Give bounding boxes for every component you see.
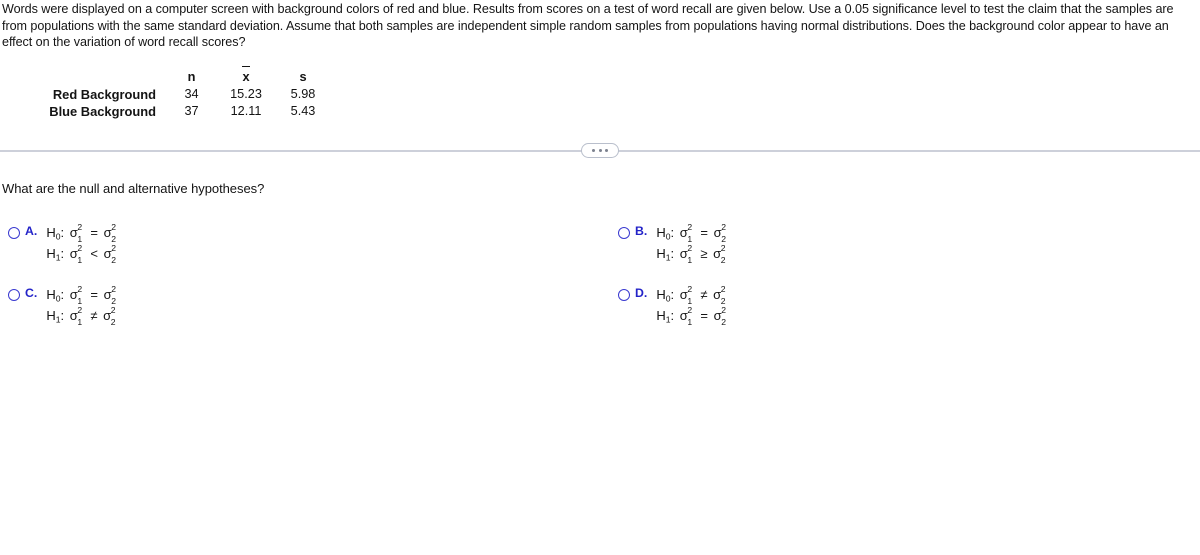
- dot: [598, 149, 602, 152]
- h-label: H: [656, 225, 666, 240]
- relation-operator: =: [700, 308, 708, 323]
- relation-operator: <: [90, 246, 98, 261]
- radio-button-c[interactable]: [8, 289, 20, 301]
- sigma-right: σ22: [713, 305, 726, 327]
- option-c[interactable]: C. H0: σ21 = σ22 H1: σ21 ≠ σ22: [8, 284, 118, 327]
- dot: [592, 149, 595, 152]
- option-c-hypotheses: H0: σ21 = σ22 H1: σ21 ≠ σ22: [46, 284, 117, 327]
- sigma-left: σ21: [679, 243, 693, 265]
- radio-button-b[interactable]: [618, 227, 630, 239]
- dot: [605, 149, 608, 152]
- relation-operator: =: [90, 225, 98, 240]
- h-label: H: [656, 308, 666, 323]
- table-header-corner: [18, 68, 168, 86]
- ellipsis-icon[interactable]: [581, 143, 619, 158]
- sigma-left: σ21: [69, 243, 83, 265]
- relation-operator: ≥: [700, 246, 708, 261]
- sigma-right: σ22: [713, 243, 726, 265]
- summary-stats-table: n x s Red Background 34 15.23 5.98 Blue …: [18, 66, 329, 120]
- option-b[interactable]: B. H0: σ21 = σ22 H1: σ21 ≥ σ22: [618, 222, 728, 265]
- h-label: H: [46, 287, 56, 302]
- question-prompt: What are the null and alternative hypoth…: [2, 181, 265, 196]
- cell-red-n: 34: [184, 87, 199, 101]
- option-a-hypotheses: H0: σ21 = σ22 H1: σ21 < σ22: [46, 222, 117, 265]
- sigma-left: σ21: [679, 305, 693, 327]
- row-label-red-background: Red Background: [52, 87, 156, 102]
- h-label: H: [656, 246, 666, 261]
- h-label: H: [46, 246, 56, 261]
- option-letter-d: D.: [635, 286, 648, 300]
- relation-operator: ≠: [90, 308, 98, 323]
- option-letter-a: A.: [25, 224, 38, 238]
- relation-operator: =: [90, 287, 98, 302]
- sigma-right: σ22: [103, 243, 116, 265]
- radio-button-d[interactable]: [618, 289, 630, 301]
- option-a[interactable]: A. H0: σ21 = σ22 H1: σ21 < σ22: [8, 222, 118, 265]
- h-label: H: [656, 287, 666, 302]
- option-b-alt-hypothesis: H1: σ21 ≥ σ22: [656, 243, 726, 265]
- h-label: H: [46, 308, 56, 323]
- option-d-hypotheses: H0: σ21 ≠ σ22 H1: σ21 = σ22: [656, 284, 727, 327]
- row-label-blue-background: Blue Background: [49, 104, 156, 119]
- relation-operator: ≠: [700, 287, 708, 302]
- option-letter-c: C.: [25, 286, 38, 300]
- option-b-hypotheses: H0: σ21 = σ22 H1: σ21 ≥ σ22: [656, 222, 727, 265]
- relation-operator: =: [700, 225, 708, 240]
- table-row: Blue Background 37 12.11 5.43: [18, 103, 329, 120]
- radio-button-a[interactable]: [8, 227, 20, 239]
- cell-red-s: 5.98: [290, 87, 316, 101]
- option-d[interactable]: D. H0: σ21 ≠ σ22 H1: σ21 = σ22: [618, 284, 728, 327]
- table-header-row: n x s: [18, 66, 329, 86]
- problem-statement: Words were displayed on a computer scree…: [2, 2, 1174, 50]
- section-divider: [0, 143, 1200, 159]
- cell-red-xbar: 15.23: [230, 87, 262, 101]
- option-d-alt-hypothesis: H1: σ21 = σ22: [656, 305, 726, 327]
- h-label: H: [46, 225, 56, 240]
- cell-blue-xbar: 12.11: [230, 104, 262, 118]
- table-row: Red Background 34 15.23 5.98: [18, 86, 329, 103]
- table-header-n: n: [187, 68, 196, 84]
- answer-options: A. H0: σ21 = σ22 H1: σ21 < σ22 B. H0: σ2…: [0, 220, 1200, 340]
- table-header-s: s: [299, 68, 307, 84]
- sigma-left: σ21: [69, 305, 83, 327]
- cell-blue-n: 37: [184, 104, 199, 118]
- option-c-alt-hypothesis: H1: σ21 ≠ σ22: [46, 305, 116, 327]
- cell-blue-s: 5.43: [290, 104, 316, 118]
- option-a-alt-hypothesis: H1: σ21 < σ22: [46, 243, 116, 265]
- table-header-xbar: x: [242, 66, 250, 84]
- sigma-right: σ22: [103, 305, 116, 327]
- option-letter-b: B.: [635, 224, 648, 238]
